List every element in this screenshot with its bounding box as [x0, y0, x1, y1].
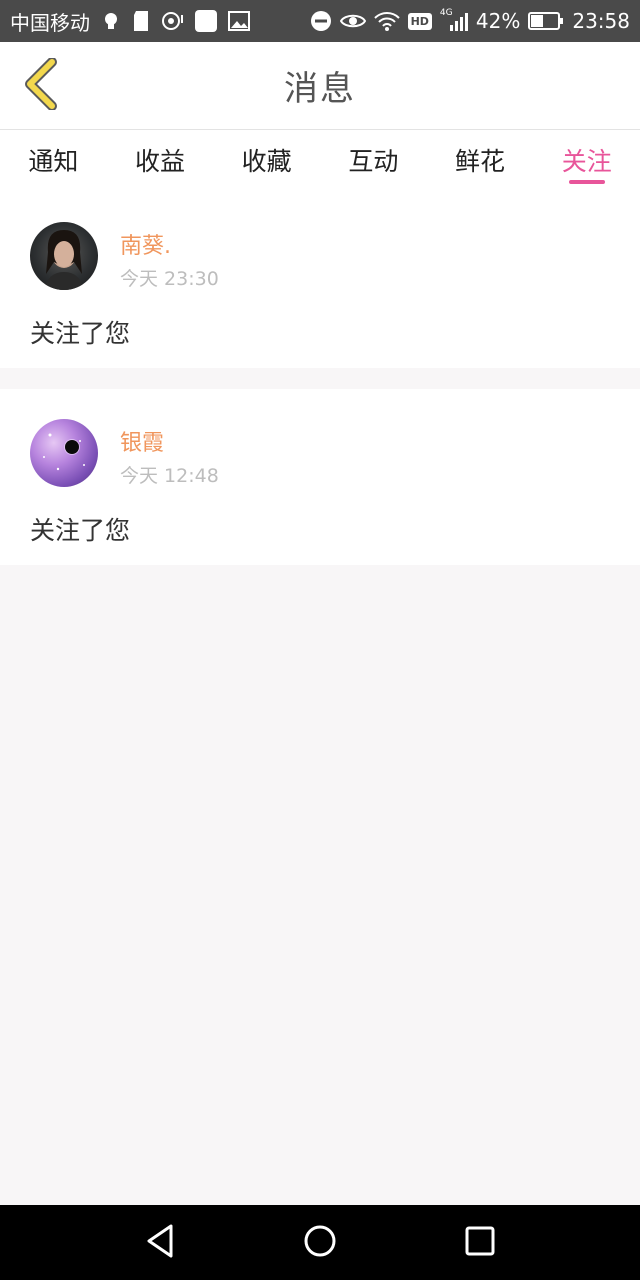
page-title: 消息	[284, 69, 356, 109]
lightbulb-icon	[100, 10, 122, 32]
list-item[interactable]: 银霞 今天 12:48 关注了您	[0, 389, 640, 565]
recents-nav-button[interactable]	[460, 1223, 500, 1263]
hotspot-icon	[160, 10, 184, 32]
triangle-back-icon	[145, 1224, 175, 1262]
app-header: 消息	[0, 42, 640, 130]
circle-home-icon	[303, 1224, 337, 1262]
back-nav-button[interactable]	[140, 1223, 180, 1263]
carrier-label: 中国移动	[10, 10, 90, 35]
image-icon	[228, 11, 250, 31]
tab-earnings[interactable]: 收益	[107, 130, 214, 178]
tab-notifications[interactable]: 通知	[0, 130, 107, 178]
signal-icon: 4G	[439, 8, 468, 32]
eye-icon	[339, 11, 366, 31]
timestamp: 今天 12:48	[120, 465, 219, 487]
tab-label: 关注	[561, 147, 612, 176]
hd-label: HD	[410, 14, 429, 28]
battery-percent: 42%	[475, 9, 521, 33]
back-button[interactable]	[14, 57, 70, 114]
battery-icon	[528, 11, 564, 31]
timestamp: 今天 23:30	[120, 268, 219, 290]
tab-label: 收藏	[241, 147, 292, 176]
tab-favorites[interactable]: 收藏	[213, 130, 320, 178]
square-recents-icon	[465, 1226, 495, 1260]
tab-follows[interactable]: 关注	[533, 130, 640, 184]
tab-bar: 通知 收益 收藏 互动 鲜花 关注	[0, 130, 640, 192]
system-navigation-bar	[0, 1205, 640, 1280]
avatar[interactable]	[30, 222, 98, 290]
avatar[interactable]	[30, 419, 98, 487]
username[interactable]: 南葵.	[120, 228, 171, 260]
list-item[interactable]: 南葵. 今天 23:30 关注了您	[0, 192, 640, 368]
network-type-label: 4G	[439, 8, 453, 18]
tab-indicator	[568, 180, 605, 184]
tab-label: 收益	[135, 147, 186, 176]
clock: 23:58	[572, 9, 630, 33]
username[interactable]: 银霞	[120, 425, 164, 457]
message-text: 关注了您	[30, 516, 131, 545]
tab-label: 鲜花	[455, 147, 506, 176]
home-nav-button[interactable]	[300, 1223, 340, 1263]
app-notification-icon	[194, 9, 218, 33]
message-text: 关注了您	[30, 319, 131, 348]
hd-icon: HD	[407, 12, 432, 30]
wifi-icon	[373, 11, 400, 31]
sd-card-icon	[132, 10, 150, 32]
tab-label: 通知	[28, 147, 79, 176]
tab-flowers[interactable]: 鲜花	[427, 130, 534, 178]
tab-interactions[interactable]: 互动	[320, 130, 427, 178]
tab-label: 互动	[348, 147, 399, 176]
do-not-disturb-icon	[310, 10, 332, 32]
status-bar: 中国移动 HD 4G 42% 23:58	[0, 0, 640, 42]
back-chevron-icon	[22, 57, 62, 114]
